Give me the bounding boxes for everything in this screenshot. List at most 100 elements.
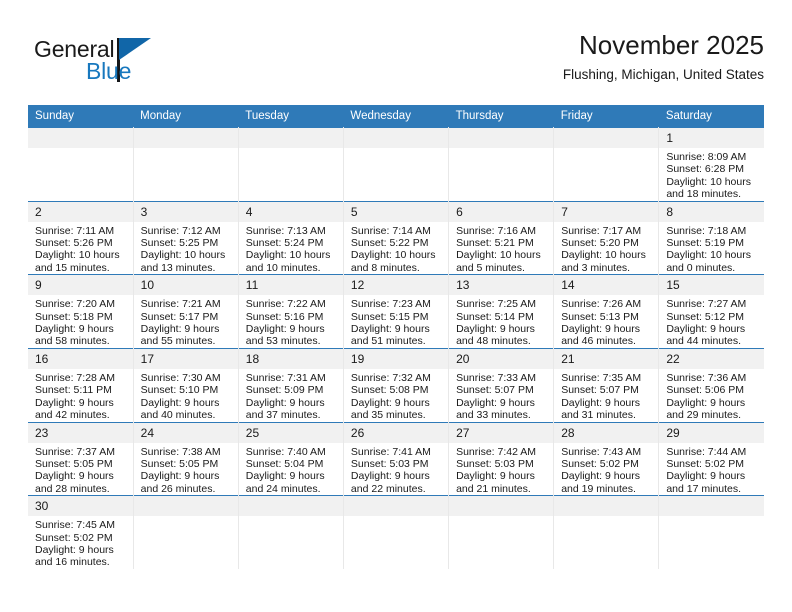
day-number: 11 [238,275,343,296]
calendar-day-cell[interactable]: 29 Sunrise: 7:44 AM Sunset: 5:02 PM Dayligh… [658,421,764,496]
calendar-day-cell[interactable]: 18 Sunrise: 7:31 AM Sunset: 5:09 PM Dayligh… [238,347,344,422]
calendar-day-cell[interactable]: 27 Sunrise: 7:42 AM Sunset: 5:03 PM Dayligh… [448,421,555,496]
day-number: 10 [133,275,238,296]
calendar-day-cell[interactable]: 30 Sunrise: 7:45 AM Sunset: 5:02 PM Dayligh… [28,495,134,569]
calendar-day-cell[interactable]: 9 Sunrise: 7:20 AM Sunset: 5:18 PM Daylight… [28,274,134,349]
sunrise-text: Sunrise: 7:45 AM [35,519,115,532]
calendar-day-cell[interactable]: 3 Sunrise: 7:12 AM Sunset: 5:25 PM Daylight… [133,200,239,275]
day-details: Sunrise: 7:18 AM Sunset: 5:19 PM Daylight:… [659,222,764,275]
daylight-text-line2: and 35 minutes. [350,409,426,422]
daylight-text-line1: Daylight: 9 hours [140,470,220,483]
calendar-cell-empty [448,127,555,202]
calendar-day-cell[interactable]: 21 Sunrise: 7:35 AM Sunset: 5:07 PM Dayligh… [553,347,660,422]
daylight-text-line2: and 16 minutes. [35,556,110,569]
calendar-week-row: 9 Sunrise: 7:20 AM Sunset: 5:18 PM Daylight… [28,274,764,349]
day-number: 13 [449,275,554,296]
day-number: 25 [238,422,343,443]
sunrise-text: Sunrise: 7:16 AM [456,224,537,237]
calendar-day-cell[interactable]: 5 Sunrise: 7:14 AM Sunset: 5:22 PM Daylight… [343,200,450,275]
calendar-day-cell[interactable]: 6 Sunrise: 7:16 AM Sunset: 5:21 PM Daylight… [448,200,555,275]
calendar-day-cell[interactable]: 4 Sunrise: 7:13 AM Sunset: 5:24 PM Daylight… [238,200,344,275]
calendar-day-cell[interactable]: 12 Sunrise: 7:23 AM Sunset: 5:15 PM Dayligh… [343,274,450,349]
daylight-text-line2: and 17 minutes. [666,482,742,495]
calendar-day-cell[interactable]: 10 Sunrise: 7:21 AM Sunset: 5:17 PM Dayligh… [133,274,239,349]
calendar-day-cell[interactable]: 22 Sunrise: 7:36 AM Sunset: 5:06 PM Dayligh… [658,347,764,422]
sunset-text: Sunset: 6:28 PM [666,163,744,176]
day-details: Sunrise: 7:27 AM Sunset: 5:12 PM Daylight:… [659,295,764,348]
calendar-day-cell[interactable]: 15 Sunrise: 7:27 AM Sunset: 5:12 PM Dayligh… [658,274,764,349]
daylight-text-line2: and 22 minutes. [350,482,426,495]
daylight-text-line1: Daylight: 10 hours [561,249,646,262]
calendar-day-cell[interactable]: 23 Sunrise: 7:37 AM Sunset: 5:05 PM Dayligh… [28,421,134,496]
sunset-text: Sunset: 5:13 PM [561,310,639,323]
daylight-text-line1: Daylight: 10 hours [140,249,226,262]
day-number: 18 [238,348,343,369]
daylight-text-line1: Daylight: 9 hours [140,323,220,336]
daylight-text-line2: and 5 minutes. [456,261,525,274]
daylight-text-line1: Daylight: 9 hours [140,396,220,409]
day-details: Sunrise: 7:36 AM Sunset: 5:06 PM Daylight:… [659,369,764,422]
sunset-text: Sunset: 5:07 PM [561,384,639,397]
calendar-day-cell[interactable]: 11 Sunrise: 7:22 AM Sunset: 5:16 PM Dayligh… [238,274,344,349]
calendar-day-cell[interactable]: 25 Sunrise: 7:40 AM Sunset: 5:04 PM Dayligh… [238,421,344,496]
daylight-text-line1: Daylight: 9 hours [666,323,746,336]
day-number: 26 [343,422,449,443]
daylight-text-line1: Daylight: 9 hours [561,470,640,483]
day-number: 1 [659,128,764,148]
day-details: Sunrise: 7:13 AM Sunset: 5:24 PM Daylight:… [239,222,343,275]
daylight-text-line1: Daylight: 9 hours [666,396,746,409]
sunrise-text: Sunrise: 8:09 AM [666,151,747,163]
day-number: 9 [28,275,133,296]
sunset-text: Sunset: 5:04 PM [245,457,324,470]
calendar-day-cell[interactable]: 26 Sunrise: 7:41 AM Sunset: 5:03 PM Dayligh… [343,421,450,496]
calendar-day-cell[interactable]: 24 Sunrise: 7:38 AM Sunset: 5:05 PM Dayligh… [133,421,239,496]
day-details: Sunrise: 7:37 AM Sunset: 5:05 PM Daylight:… [28,443,133,496]
daylight-text-line1: Daylight: 10 hours [35,249,120,262]
sunset-text: Sunset: 5:15 PM [350,310,429,323]
day-details: Sunrise: 7:38 AM Sunset: 5:05 PM Daylight:… [134,443,238,496]
sunrise-text: Sunrise: 7:44 AM [666,445,747,458]
calendar-day-cell[interactable]: 2 Sunrise: 7:11 AM Sunset: 5:26 PM Daylight… [28,200,134,275]
calendar-cell-empty [133,495,239,569]
weekday-header-wednesday: Wednesday [343,105,449,128]
calendar-day-cell[interactable]: 19 Sunrise: 7:32 AM Sunset: 5:08 PM Dayligh… [343,347,450,422]
calendar-cell-empty [343,127,450,202]
general-blue-logo[interactable]: General Blue [34,36,184,92]
calendar-day-cell[interactable]: 17 Sunrise: 7:30 AM Sunset: 5:10 PM Dayligh… [133,347,239,422]
calendar-day-cell[interactable]: 16 Sunrise: 7:28 AM Sunset: 5:11 PM Dayligh… [28,347,134,422]
calendar-day-cell[interactable]: 28 Sunrise: 7:43 AM Sunset: 5:02 PM Dayligh… [553,421,660,496]
sunrise-text: Sunrise: 7:11 AM [35,224,115,237]
sunrise-text: Sunrise: 7:31 AM [245,371,326,384]
calendar-day-cell[interactable]: 7 Sunrise: 7:17 AM Sunset: 5:20 PM Daylight… [553,200,660,275]
sunset-text: Sunset: 5:02 PM [666,457,744,470]
sunset-text: Sunset: 5:02 PM [561,457,639,470]
day-number: 22 [659,348,764,369]
sunrise-text: Sunrise: 7:27 AM [666,298,747,311]
calendar-day-cell[interactable]: 8 Sunrise: 7:18 AM Sunset: 5:19 PM Daylight… [658,200,764,275]
day-number: 23 [28,422,133,443]
daylight-text-line2: and 51 minutes. [350,335,426,348]
sunset-text: Sunset: 5:07 PM [456,384,534,397]
daylight-text-line2: and 13 minutes. [140,261,216,274]
sunset-text: Sunset: 5:02 PM [35,531,113,544]
day-number: 7 [554,201,659,222]
calendar-day-cell[interactable]: 14 Sunrise: 7:26 AM Sunset: 5:13 PM Dayligh… [553,274,660,349]
day-number: 17 [133,348,238,369]
calendar-day-cell[interactable]: 1 Sunrise: 8:09 AM Sunset: 6:28 PM Daylight… [658,127,764,202]
day-number [28,128,133,148]
calendar-page: General Blue November 2025 Flushing, Mic… [0,0,792,612]
daylight-text-line2: and 8 minutes. [350,261,420,274]
daylight-text-line1: Daylight: 9 hours [35,396,114,409]
daylight-text-line2: and 46 minutes. [561,335,636,348]
calendar-day-cell[interactable]: 20 Sunrise: 7:33 AM Sunset: 5:07 PM Dayligh… [448,347,555,422]
day-number: 19 [343,348,449,369]
sunrise-text: Sunrise: 7:21 AM [140,298,221,311]
calendar-day-cell[interactable]: 13 Sunrise: 7:25 AM Sunset: 5:14 PM Dayligh… [448,274,555,349]
sunset-text: Sunset: 5:20 PM [561,237,639,250]
daylight-text-line2: and 40 minutes. [140,409,216,422]
daylight-text-line1: Daylight: 10 hours [666,175,751,188]
sunset-text: Sunset: 5:03 PM [456,457,534,470]
day-number: 3 [133,201,238,222]
title-block: November 2025 Flushing, Michigan, United… [563,28,764,86]
page-header: General Blue November 2025 Flushing, Mic… [28,28,764,98]
